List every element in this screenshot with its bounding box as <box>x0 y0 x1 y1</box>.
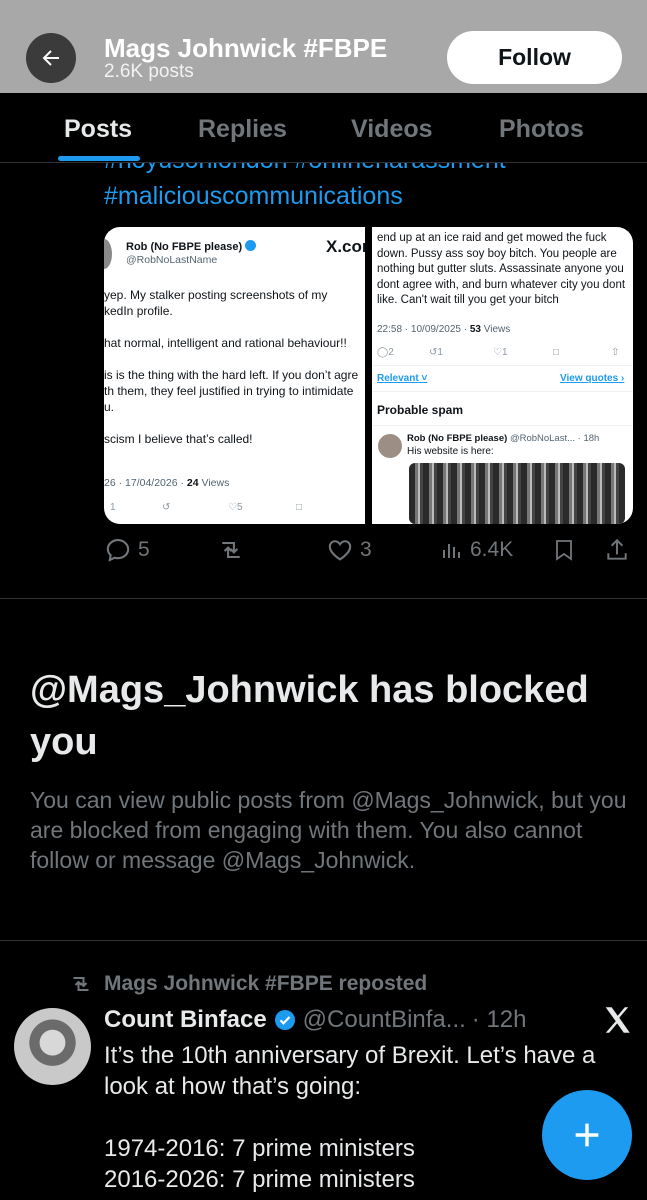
divider <box>0 598 647 599</box>
reply-text: His website is here: <box>407 446 494 457</box>
reply-image <box>409 463 625 524</box>
screenshot-actions: ◯ 2 ↺ 1 ♡ 1 □ ⇧ <box>377 347 620 358</box>
post-count: 2.6K posts <box>104 61 194 82</box>
screenshot-meta: 26 · 17/04/2026 · 24 Views <box>104 477 230 489</box>
compose-button[interactable] <box>542 1090 632 1180</box>
back-button[interactable] <box>26 33 76 83</box>
tweet-actions: 5 3 6.4K <box>0 536 647 568</box>
hashtag-link[interactable]: #maliciouscommunications <box>104 182 403 211</box>
repost-indicator: Mags Johnwick #FBPE reposted <box>68 972 427 996</box>
screenshot-text: yep. My stalker posting screenshots of m… <box>104 288 359 446</box>
profile-name: Mags Johnwick #FBPE <box>104 33 388 63</box>
heart-icon <box>328 540 352 561</box>
repost-icon <box>73 977 89 991</box>
share-icon <box>607 538 627 560</box>
share-button[interactable] <box>604 536 630 564</box>
reply-author: Rob (No FBPE please) @RobNoLast... · 18h <box>407 433 600 444</box>
avatar <box>378 434 402 458</box>
views-button[interactable]: 6.4K <box>440 536 513 564</box>
like-button[interactable]: 3 <box>326 536 372 564</box>
plus-icon <box>575 1123 599 1147</box>
verified-icon <box>245 240 257 251</box>
reply-button[interactable]: 5 <box>104 536 150 564</box>
view-quotes-link: View quotes › <box>560 373 625 384</box>
media-image-right[interactable]: end up at an ice raid and get mowed the … <box>372 227 633 524</box>
blocked-description: You can view public posts from @Mags_Joh… <box>30 787 627 873</box>
divider <box>0 940 647 941</box>
tab-indicator <box>58 156 140 161</box>
bookmark-icon <box>556 540 572 561</box>
x-logo-icon <box>605 1007 630 1033</box>
tab-photos[interactable]: Photos <box>499 115 584 144</box>
relevant-sort: Relevant ˅ <box>377 373 428 384</box>
tab-replies[interactable]: Replies <box>198 115 287 144</box>
reply-icon <box>106 539 130 562</box>
repost-icon <box>222 541 240 559</box>
author-name[interactable]: Count Binface <box>104 1006 267 1034</box>
chart-icon <box>443 544 460 558</box>
tweet-header: Count Binface @CountBinfa... · 12h <box>104 1006 527 1034</box>
avatar <box>104 239 112 269</box>
section-heading: Probable spam <box>377 403 464 417</box>
profile-header: Mags Johnwick #FBPE 2.6K posts Follow <box>0 0 647 93</box>
profile-tabs: Posts Replies Videos Photos <box>0 93 647 163</box>
media-image-left[interactable]: Rob (No FBPE please) @RobNoLastName X.co… <box>104 227 365 524</box>
verified-icon <box>274 1010 295 1030</box>
screenshot-text: end up at an ice raid and get mowed the … <box>377 232 626 306</box>
blocked-title: @Mags_Johnwick has blocked you <box>30 669 589 763</box>
tweet-time: · 12h <box>471 1006 527 1033</box>
screenshot-meta: 22:58 · 10/09/2025 · 53 Views <box>377 324 511 335</box>
screenshot-handle: @RobNoLastName <box>126 254 218 266</box>
tweet-media[interactable]: Rob (No FBPE please) @RobNoLastName X.co… <box>104 227 633 524</box>
author-handle[interactable]: @CountBinfa... <box>303 1006 466 1034</box>
screenshot-actions: 1 ↺ ♡ 5 □ <box>110 502 303 513</box>
bookmark-button[interactable] <box>552 536 576 564</box>
follow-button[interactable]: Follow <box>447 31 622 84</box>
repost-button[interactable] <box>216 536 246 564</box>
tab-videos[interactable]: Videos <box>351 115 433 144</box>
avatar[interactable] <box>14 1008 91 1085</box>
x-logo-icon: X.com <box>326 237 365 256</box>
screenshot-author: Rob (No FBPE please) <box>126 240 257 253</box>
tab-posts[interactable]: Posts <box>64 115 132 144</box>
arrow-left-icon <box>42 50 59 66</box>
